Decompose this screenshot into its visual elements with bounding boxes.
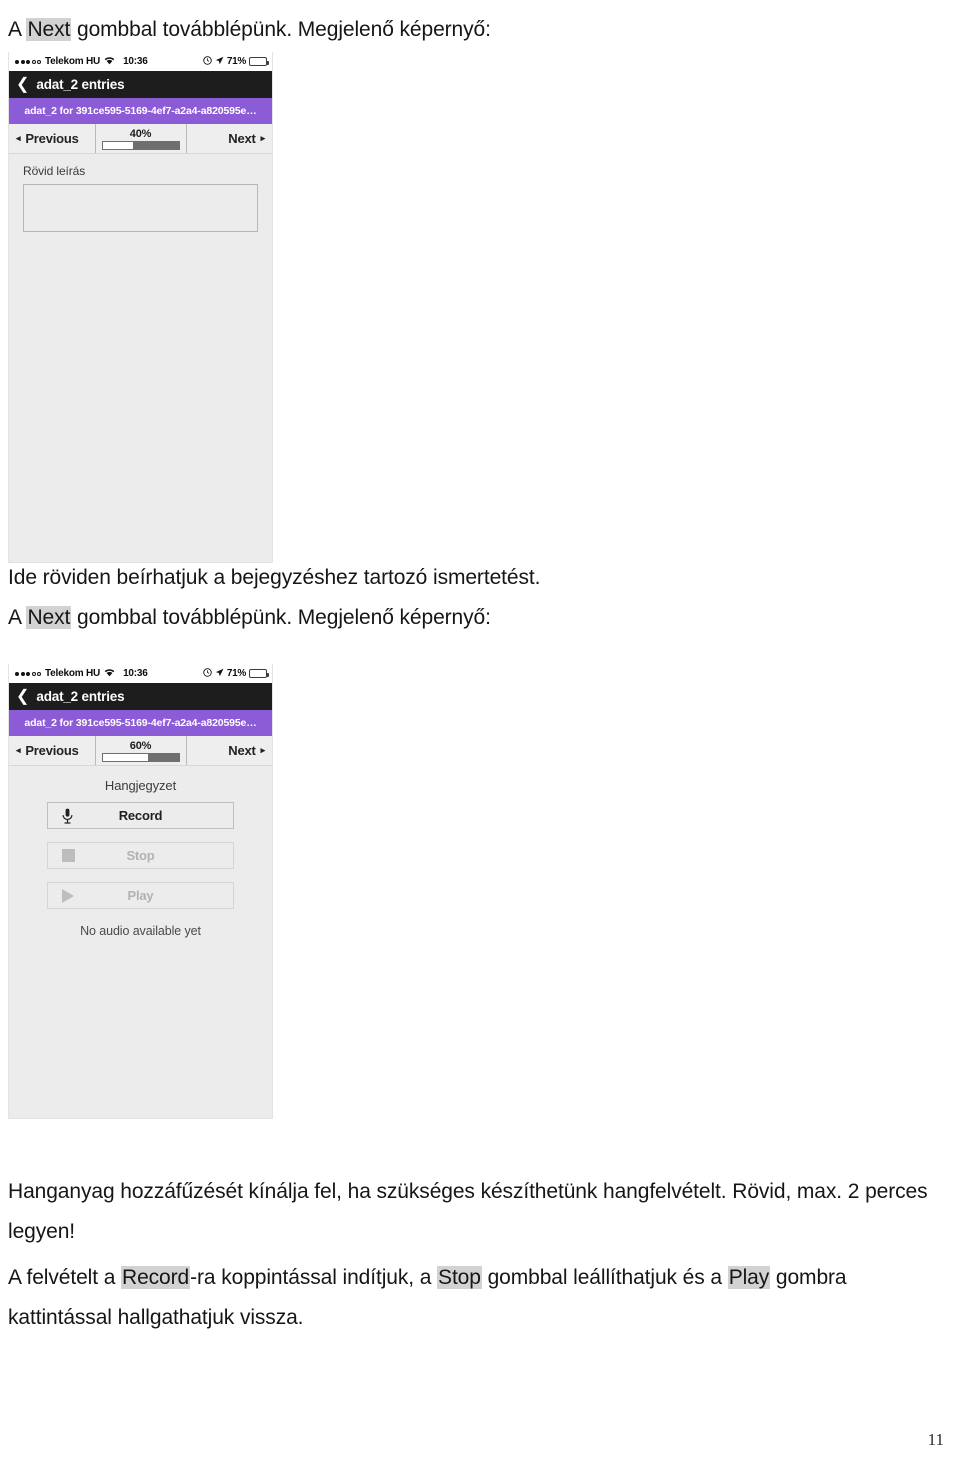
paragraph-intro-1: A Next gombbal továbblépünk. Megjelenő k… <box>8 18 491 41</box>
previous-button-label: Previous <box>25 743 79 758</box>
chevron-left-icon[interactable]: ❮ <box>16 688 29 705</box>
audio-empty-space <box>9 938 272 1118</box>
previous-button[interactable]: ◂ Previous <box>9 736 95 765</box>
play-button[interactable]: Play <box>47 882 234 909</box>
status-bar: Telekom HU 10:36 71% <box>9 664 272 683</box>
paragraph-description: Ide röviden beírhatjuk a bejegyzéshez ta… <box>8 566 541 589</box>
alarm-icon <box>203 55 212 68</box>
progress-indicator: 60% <box>94 736 187 765</box>
signal-strength-dots <box>15 59 41 64</box>
form-empty-space <box>9 232 272 562</box>
short-description-input[interactable] <box>23 184 258 232</box>
location-arrow-icon <box>215 668 224 680</box>
audio-body: Hangjegyzet Record Stop Play No audio av… <box>9 766 272 1118</box>
audio-status-text: No audio available yet <box>80 924 201 938</box>
navigation-bar: ❮ adat_2 entries <box>9 71 272 98</box>
phone-screenshot-audio-form: Telekom HU 10:36 71% ❮ adat_2 entries ad… <box>8 664 273 1119</box>
entry-banner: adat_2 for 391ce595-5169-4ef7-a2a4-a8205… <box>9 98 272 124</box>
microphone-icon <box>62 808 73 824</box>
status-right-group: 71% <box>203 667 269 680</box>
progress-percent-label: 40% <box>129 127 152 140</box>
record-button[interactable]: Record <box>47 802 234 829</box>
triangle-right-icon: ▸ <box>260 745 266 755</box>
highlighted-term: Stop <box>437 1266 482 1289</box>
play-button-label: Play <box>127 888 154 903</box>
highlighted-term: Play <box>727 1266 771 1289</box>
progress-track <box>101 140 180 150</box>
paragraph-intro-2: A Next gombbal továbblépünk. Megjelenő k… <box>8 606 491 629</box>
phone-screenshot-description-form: Telekom HU 10:36 71% ❮ adat_2 entries ad… <box>8 52 273 563</box>
battery-percent-label: 71% <box>226 56 246 67</box>
stop-button[interactable]: Stop <box>47 842 234 869</box>
next-button[interactable]: Next ▸ <box>187 736 273 765</box>
nav-title: adat_2 entries <box>36 689 125 704</box>
stop-button-label: Stop <box>126 848 155 863</box>
next-button[interactable]: Next ▸ <box>187 124 273 153</box>
wifi-icon <box>104 56 115 68</box>
highlighted-term: Next <box>26 18 72 41</box>
triangle-left-icon: ◂ <box>16 745 21 755</box>
highlighted-term: Record <box>121 1266 191 1289</box>
entry-banner: adat_2 for 391ce595-5169-4ef7-a2a4-a8205… <box>9 710 272 736</box>
form-body: Rövid leírás <box>9 154 272 562</box>
status-bar: Telekom HU 10:36 71% <box>9 52 272 71</box>
signal-strength-dots <box>15 671 41 676</box>
chevron-left-icon[interactable]: ❮ <box>16 76 29 93</box>
previous-button[interactable]: ◂ Previous <box>9 124 95 153</box>
page-number: 11 <box>927 1430 944 1449</box>
next-button-label: Next <box>228 743 256 758</box>
paragraph-audio-usage: A felvételt a Record-ra koppintással ind… <box>8 1266 847 1329</box>
battery-percent-label: 71% <box>226 668 246 679</box>
paragraph-audio-note: Hanganyag hozzáfűzését kínálja fel, ha s… <box>8 1180 928 1243</box>
play-triangle-icon <box>62 888 74 903</box>
record-button-label: Record <box>118 808 163 823</box>
progress-percent-label: 60% <box>129 739 152 752</box>
navigation-bar: ❮ adat_2 entries <box>9 683 272 710</box>
audio-section-title: Hangjegyzet <box>104 778 177 793</box>
previous-button-label: Previous <box>25 131 79 146</box>
short-description-label: Rövid leírás <box>23 164 86 178</box>
battery-icon <box>249 669 269 678</box>
alarm-icon <box>203 667 212 680</box>
carrier-name: Telekom HU <box>45 56 101 67</box>
pager-toolbar: ◂ Previous 40% Next ▸ <box>9 124 272 154</box>
carrier-name: Telekom HU <box>45 668 101 679</box>
nav-title: adat_2 entries <box>36 77 125 92</box>
triangle-left-icon: ◂ <box>16 133 21 143</box>
highlighted-term: Next <box>26 606 72 629</box>
location-arrow-icon <box>215 56 224 68</box>
next-button-label: Next <box>228 131 256 146</box>
status-right-group: 71% <box>203 55 269 68</box>
pager-toolbar: ◂ Previous 60% Next ▸ <box>9 736 272 766</box>
progress-track <box>101 752 180 762</box>
status-time: 10:36 <box>123 56 148 67</box>
status-time: 10:36 <box>123 668 148 679</box>
triangle-right-icon: ▸ <box>260 133 266 143</box>
progress-indicator: 40% <box>94 124 187 153</box>
stop-square-icon <box>62 849 75 862</box>
wifi-icon <box>104 668 115 680</box>
battery-icon <box>249 57 269 66</box>
